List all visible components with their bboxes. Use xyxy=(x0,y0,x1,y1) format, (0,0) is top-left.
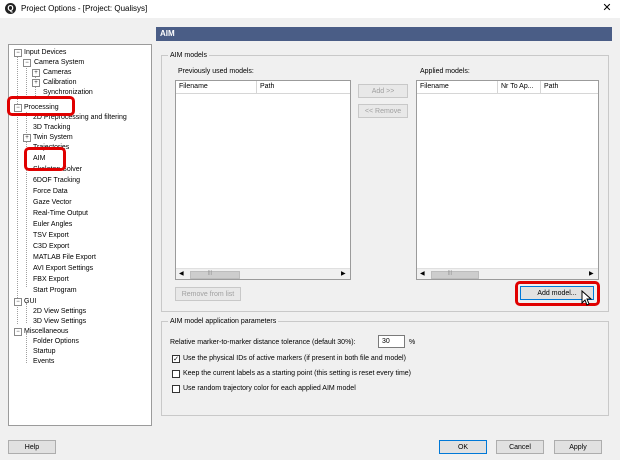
physical-ids-checkbox[interactable]: ✓ xyxy=(172,355,180,363)
tree-item-3d-view[interactable]: 3D View Settings xyxy=(33,317,86,326)
scroll-right-icon[interactable]: ▶ xyxy=(341,270,346,277)
highlight-processing xyxy=(7,96,75,116)
applied-models-list[interactable]: Filename Nr To Ap... Path ◀ ||| ▶ xyxy=(416,80,599,280)
add-to-applied-button[interactable]: Add >> xyxy=(358,84,408,98)
tree-item-cameras[interactable]: Cameras xyxy=(43,68,71,77)
tree-item-gaze-vector[interactable]: Gaze Vector xyxy=(33,198,72,207)
tree-item-twin-system[interactable]: Twin System xyxy=(33,133,73,142)
highlight-aim xyxy=(24,147,66,171)
tree-item-camera-system[interactable]: Camera System xyxy=(34,58,84,67)
scroll-right-icon[interactable]: ▶ xyxy=(589,270,594,277)
window-title: Project Options - [Project: Qualisys] xyxy=(21,4,148,13)
grip-icon: ||| xyxy=(448,270,452,276)
previously-used-label: Previously used models: xyxy=(178,68,254,75)
tree-item-startup[interactable]: Startup xyxy=(33,347,56,356)
collapse-icon[interactable]: − xyxy=(14,49,22,57)
tree-item-start-program[interactable]: Start Program xyxy=(33,286,77,295)
column-header[interactable]: Filename xyxy=(417,81,498,93)
collapse-icon[interactable]: − xyxy=(23,59,31,67)
expand-icon[interactable]: + xyxy=(32,79,40,87)
physical-ids-label: Use the physical IDs of active markers (… xyxy=(183,355,406,362)
scroll-left-icon[interactable]: ◀ xyxy=(179,270,184,277)
list-header: Filename Path xyxy=(176,81,350,94)
title-bar: Q Project Options - [Project: Qualisys] … xyxy=(0,0,620,18)
collapse-icon[interactable]: − xyxy=(14,298,22,306)
aim-models-legend: AIM models xyxy=(170,52,207,59)
tree-item-folder-options[interactable]: Folder Options xyxy=(33,337,79,346)
tree-item-matlab-export[interactable]: MATLAB File Export xyxy=(33,253,96,262)
tree-item-realtime-output[interactable]: Real-Time Output xyxy=(33,209,88,218)
aim-params-group: AIM model application parameters xyxy=(161,318,609,416)
tree-item-calibration[interactable]: Calibration xyxy=(43,78,76,87)
scroll-thumb[interactable]: ||| xyxy=(190,270,240,279)
scroll-left-icon[interactable]: ◀ xyxy=(420,270,425,277)
tree-item-c3d-export[interactable]: C3D Export xyxy=(33,242,69,251)
tree-connector xyxy=(26,333,27,363)
list-header: Filename Nr To Ap... Path xyxy=(417,81,598,94)
apply-button[interactable]: Apply xyxy=(554,440,602,454)
aim-params-legend: AIM model application parameters xyxy=(170,318,277,325)
cancel-button[interactable]: Cancel xyxy=(496,440,544,454)
tree-item-miscellaneous[interactable]: Miscellaneous xyxy=(24,327,68,336)
panel-header: AIM xyxy=(156,27,612,41)
tree-item-events[interactable]: Events xyxy=(33,357,54,366)
tree-item-fbx-export[interactable]: FBX Export xyxy=(33,275,69,284)
tree-item-tsv-export[interactable]: TSV Export xyxy=(33,231,69,240)
remove-from-list-button[interactable]: Remove from list xyxy=(175,287,241,301)
tolerance-unit: % xyxy=(409,339,416,346)
collapse-icon[interactable]: − xyxy=(14,328,22,336)
keep-labels-checkbox[interactable] xyxy=(172,370,180,378)
column-header[interactable]: Filename xyxy=(176,81,257,93)
mouse-cursor-icon xyxy=(581,290,593,306)
tree-connector xyxy=(17,54,18,324)
random-color-checkbox[interactable] xyxy=(172,385,180,393)
column-header[interactable]: Path xyxy=(257,81,350,93)
tree-item-gui[interactable]: GUI xyxy=(24,297,36,306)
horizontal-scrollbar[interactable]: ◀ ||| ▶ xyxy=(417,268,598,279)
tree-item-euler-angles[interactable]: Euler Angles xyxy=(33,220,72,229)
tolerance-label: Relative marker-to-marker distance toler… xyxy=(170,339,356,346)
column-header[interactable]: Path xyxy=(541,81,598,93)
ok-button[interactable]: OK xyxy=(439,440,487,454)
remove-from-applied-button[interactable]: << Remove xyxy=(358,104,408,118)
expand-icon[interactable]: + xyxy=(32,69,40,77)
column-header[interactable]: Nr To Ap... xyxy=(498,81,541,93)
keep-labels-label: Keep the current labels as a starting po… xyxy=(183,370,411,377)
tree-item-2d-view[interactable]: 2D View Settings xyxy=(33,307,86,316)
scroll-thumb[interactable]: ||| xyxy=(431,270,479,279)
tree-item-avi-export[interactable]: AVI Export Settings xyxy=(33,264,93,273)
tree-item-input-devices[interactable]: Input Devices xyxy=(24,48,66,57)
tree-connector xyxy=(26,303,27,323)
tree-item-6dof-tracking[interactable]: 6DOF Tracking xyxy=(33,176,80,185)
expand-icon[interactable]: + xyxy=(23,134,31,142)
close-icon[interactable]: ✕ xyxy=(600,1,614,14)
horizontal-scrollbar[interactable]: ◀ ||| ▶ xyxy=(176,268,350,279)
grip-icon: ||| xyxy=(208,270,212,276)
tree-connector xyxy=(26,63,27,97)
random-color-label: Use random trajectory color for each app… xyxy=(183,385,356,392)
previously-used-list[interactable]: Filename Path ◀ ||| ▶ xyxy=(175,80,351,280)
tree-item-force-data[interactable]: Force Data xyxy=(33,187,68,196)
tolerance-input[interactable] xyxy=(378,335,405,348)
app-icon: Q xyxy=(5,3,16,14)
tree-item-3d-tracking[interactable]: 3D Tracking xyxy=(33,123,70,132)
applied-models-label: Applied models: xyxy=(420,68,470,75)
help-button[interactable]: Help xyxy=(8,440,56,454)
